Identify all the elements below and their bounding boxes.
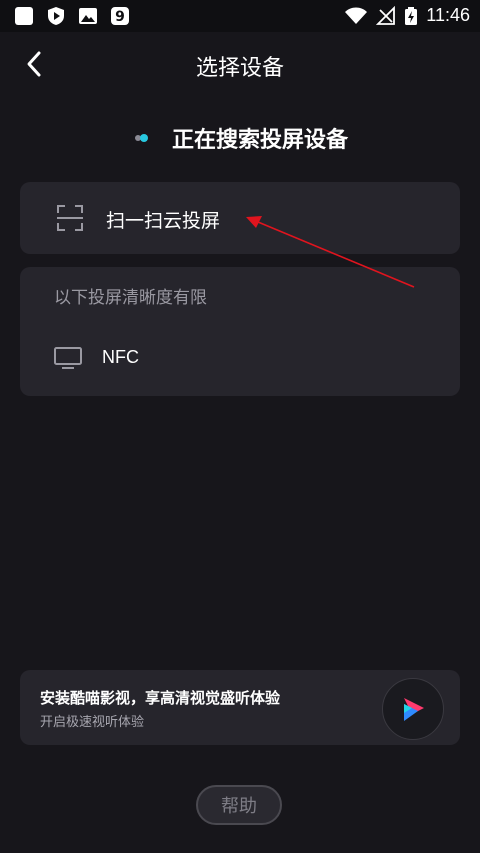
device-name: NFC [102, 347, 139, 367]
shield-play-icon [46, 6, 66, 26]
wifi-icon [345, 7, 368, 24]
page-title: 选择设备 [195, 56, 284, 81]
searching-text: 正在搜索投屏设备 [171, 128, 348, 153]
searching-indicator: 正在搜索投屏设备 [0, 120, 480, 156]
help-button[interactable]: 帮助 [196, 785, 282, 825]
svg-text:9: 9 [115, 9, 125, 25]
scan-icon [57, 205, 83, 231]
nav-bar: 选择设备 [0, 32, 480, 96]
limited-devices-card: 以下投屏清晰度有限 NFC [20, 267, 460, 396]
status-bar: 9 11:46 [0, 0, 480, 32]
tv-icon [54, 347, 82, 369]
scan-cast-button[interactable]: 扫一扫云投屏 [20, 182, 460, 254]
limited-quality-label: 以下投屏清晰度有限 [54, 288, 207, 308]
system-icons: 11:46 [344, 5, 470, 26]
signal-off-icon [376, 5, 396, 25]
scan-cast-label: 扫一扫云投屏 [106, 210, 221, 232]
app-square-icon [14, 6, 34, 26]
promo-banner[interactable]: 安装酷喵影视，享高清视觉盛听体验 开启极速视听体验 [20, 670, 460, 745]
app-logo-button[interactable] [382, 678, 444, 740]
clock: 11:46 [426, 5, 470, 25]
promo-title: 安装酷喵影视，享高清视觉盛听体验 [40, 689, 281, 707]
app-9-icon: 9 [110, 6, 130, 26]
image-icon [78, 6, 98, 26]
loading-dots-icon [132, 132, 152, 144]
promo-subtitle: 开启极速视听体验 [40, 715, 145, 730]
battery-charging-icon [405, 6, 418, 25]
play-logo-icon [404, 698, 424, 721]
device-item-nfc[interactable]: NFC [20, 335, 460, 379]
notification-icons: 9 [14, 6, 130, 26]
